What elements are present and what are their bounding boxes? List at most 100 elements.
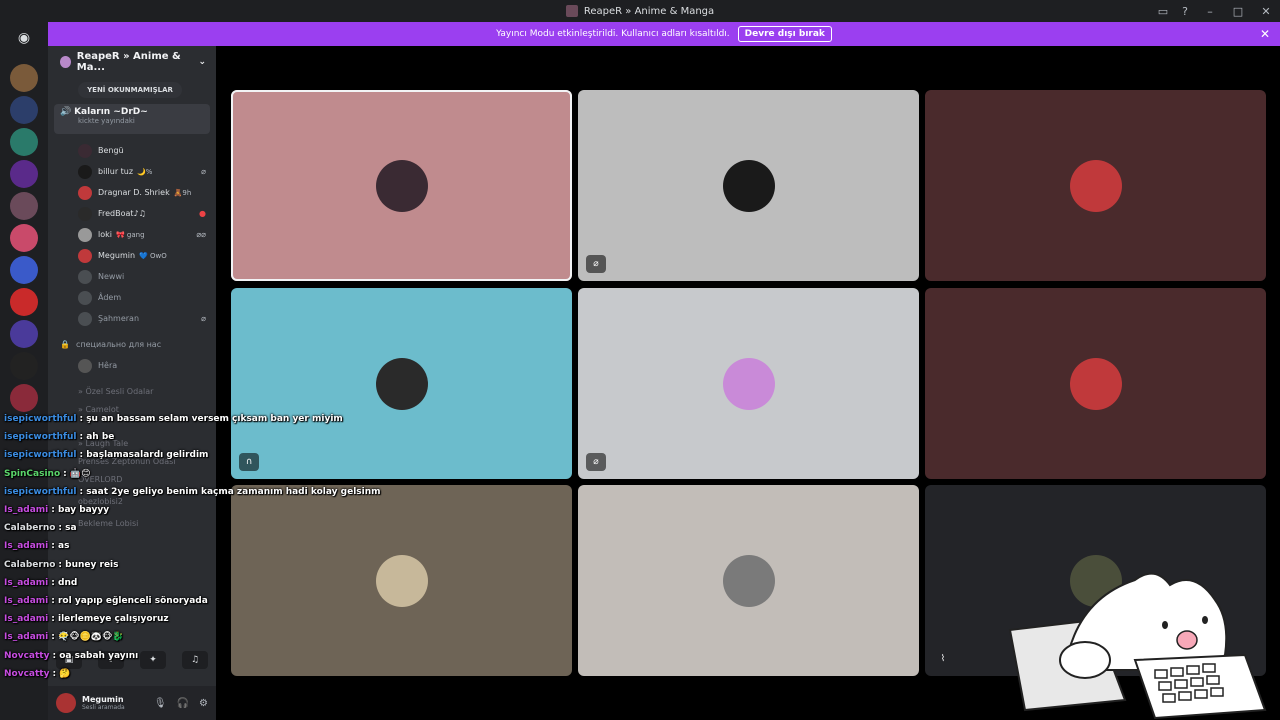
avatar (78, 164, 92, 179)
member-name: Âdem (98, 293, 122, 302)
member-name: Megumin (98, 251, 136, 260)
avatar (78, 358, 92, 373)
voice-member[interactable]: billur tuz 🌙% ⌀ (48, 161, 216, 182)
participant-tile[interactable] (231, 90, 572, 281)
voice-channel-status: kickte yayındaki (78, 117, 135, 125)
server-icon[interactable] (10, 192, 38, 220)
chat-username: Is_adami (4, 541, 49, 552)
chat-message: isepicworthful: saat 2ye geliyo benim ka… (0, 483, 400, 501)
avatar (1069, 159, 1122, 212)
locked-voice-channel[interactable]: 🔒 специально для нас (48, 333, 216, 355)
voice-member[interactable]: Dragnar D. Shriek 🧸9h (48, 182, 216, 203)
avatar (1069, 357, 1122, 410)
member-name: Dragnar D. Shriek (98, 188, 170, 197)
new-unreads-label: YENİ OKUNMAMIŞLAR (87, 86, 173, 94)
chat-message: Is_adami: 😶‍🌫️🐵🪙🐼🐵🐉 (0, 628, 400, 646)
voice-channel-name: Kaların ~DrD~ (74, 107, 148, 117)
gear-icon[interactable]: ⚙ (199, 698, 208, 709)
help-icon[interactable]: ? (1174, 5, 1196, 18)
maximize-button[interactable]: □ (1224, 5, 1252, 18)
voice-member[interactable]: FredBoat♪♫ ● (48, 203, 216, 224)
disable-streamer-mode-button[interactable]: Devre dışı bırak (737, 26, 832, 42)
server-icon[interactable] (10, 352, 38, 380)
chat-username: Calaberno (4, 559, 56, 570)
muted-mic-icon: ⌀ (586, 453, 606, 471)
minimize-button[interactable]: – (1196, 5, 1224, 18)
voice-member[interactable]: Hêra (48, 355, 216, 376)
server-icon[interactable] (10, 256, 38, 284)
close-window-button[interactable]: ✕ (1252, 5, 1280, 18)
server-icon[interactable] (10, 160, 38, 188)
mic-icon: ⌇ (940, 654, 946, 664)
member-badge: 💙 OwO (139, 251, 167, 260)
chat-username: Is_adami (4, 577, 49, 588)
chevron-down-icon[interactable]: ⌄ (198, 57, 206, 67)
avatar (722, 554, 775, 607)
participant-tile[interactable] (925, 90, 1266, 281)
voice-member[interactable]: Şahmeran ⌀ (48, 308, 216, 329)
banner-message: Yayıncı Modu etkinleştirildi. Kullanıcı … (496, 29, 730, 39)
chat-message: isepicworthful: şu an bassam selam verse… (0, 410, 400, 428)
guild-name: ReapeR » Anime & Ma... (76, 51, 181, 73)
chat-text: : başlamasalardı gelirdim (79, 450, 209, 461)
chat-message: isepicworthful: başlamasalardı gelirdim (0, 446, 400, 464)
new-unreads-pill[interactable]: YENİ OKUNMAMIŞLAR (78, 82, 182, 98)
server-icon[interactable] (10, 96, 38, 124)
server-icon[interactable] (10, 224, 38, 252)
chat-text: : bay bayyy (51, 505, 110, 516)
participant-tile[interactable]: ⌀ (578, 288, 919, 479)
voice-member[interactable]: Âdem (48, 287, 216, 308)
chat-message: Calaberno: buney reis (0, 556, 400, 574)
voice-member[interactable]: Megumin 💙 OwO (48, 245, 216, 266)
window-title: ReapeR » Anime & Manga (583, 5, 715, 17)
banner-close-icon[interactable]: ✕ (1260, 27, 1270, 41)
voice-member[interactable]: loki 🎀 gang ⌀⌀ (48, 224, 216, 245)
avatar (375, 357, 428, 410)
server-icon[interactable] (10, 64, 38, 92)
server-icon[interactable] (10, 320, 38, 348)
mic-icon[interactable]: 🎙 (154, 698, 167, 709)
guild-header[interactable]: ReapeR » Anime & Ma... ⌄ (48, 46, 216, 78)
chat-username: SpinCasino (4, 468, 61, 479)
participant-tile[interactable] (925, 288, 1266, 479)
chat-message: Is_adami: bay bayyy (0, 501, 400, 519)
chat-username: Novcatty (4, 650, 50, 661)
title-bar: ReapeR » Anime & Manga ▭ ? – □ ✕ (0, 0, 1280, 22)
voice-member[interactable]: Newwi (48, 266, 216, 287)
voice-member[interactable]: Bengü (48, 140, 216, 161)
chat-text: : 🤖😊 (63, 468, 91, 479)
avatar (722, 357, 775, 410)
chat-text: : 🤔 (52, 668, 71, 679)
avatar (722, 159, 775, 212)
voice-channel-active[interactable]: 🔊 Kaların ~DrD~ kickte yayındaki (54, 104, 210, 134)
chat-text: : saat 2ye geliyo benim kaçma zamanım ha… (79, 486, 381, 497)
participant-tile[interactable]: ⌀ (578, 90, 919, 281)
chat-text: : as (51, 541, 70, 552)
channel-item[interactable]: » Özel Sesli Odalar (48, 382, 216, 400)
window-controls: ▭ ? – □ ✕ (1152, 0, 1280, 22)
inbox-icon[interactable]: ▭ (1152, 5, 1174, 18)
muted-mic-icon: ⌀ (201, 314, 206, 323)
user-status: Sesli aramada (82, 704, 125, 711)
avatar (78, 290, 92, 305)
locked-channel-name: специально для нас (75, 339, 162, 349)
muted-mic-icon: ⌀ (586, 255, 606, 273)
chat-username: Is_adami (4, 505, 49, 516)
participant-tile[interactable] (578, 485, 919, 676)
chat-text: : sa (58, 523, 77, 534)
server-icon[interactable] (10, 384, 38, 412)
guild-icon (60, 56, 71, 68)
member-name: loki (98, 230, 112, 239)
chat-username: isepicworthful (4, 414, 77, 425)
discord-home-icon[interactable]: ◉ (10, 24, 38, 52)
server-icon[interactable] (10, 288, 38, 316)
streamer-mode-banner: Yayıncı Modu etkinleştirildi. Kullanıcı … (48, 22, 1280, 46)
muted-mic-icon: ⌀⌀ (196, 230, 206, 239)
chat-message: Is_adami: ilerlemeye çalışıyoruz (0, 610, 400, 628)
chat-message: Calaberno: sa (0, 519, 400, 537)
chat-text: : buney reis (58, 559, 119, 570)
avatar[interactable] (56, 693, 76, 713)
chat-username: Is_adami (4, 595, 49, 606)
server-icon[interactable] (10, 128, 38, 156)
headphones-icon[interactable]: 🎧 (177, 698, 189, 709)
